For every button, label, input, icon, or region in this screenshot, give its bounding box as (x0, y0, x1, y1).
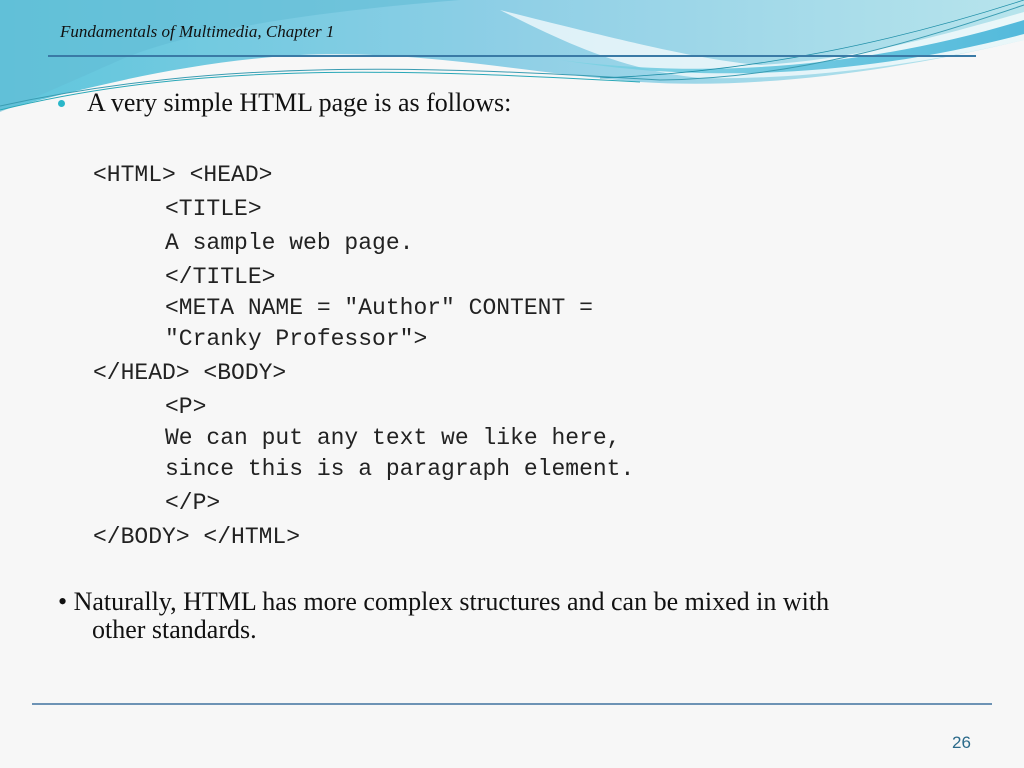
header-divider (48, 55, 976, 57)
code-line: </TITLE> (165, 264, 276, 290)
code-line: <TITLE> (165, 196, 262, 222)
bullet-icon (58, 99, 65, 107)
second-bullet: • Naturally, HTML has more complex struc… (58, 588, 978, 644)
second-bullet-line: • Naturally, HTML has more complex struc… (58, 587, 830, 616)
code-line: </BODY> </HTML> (93, 524, 301, 550)
code-line: </P> (165, 490, 221, 516)
footer-divider (32, 703, 992, 705)
code-line: <META NAME = "Author" CONTENT = (165, 295, 593, 321)
code-line: since this is a paragraph element. (165, 456, 635, 482)
second-bullet-line: other standards. (92, 615, 257, 644)
code-line: "Cranky Professor"> (165, 326, 428, 352)
html-code-block: <HTML> <HEAD> <TITLE> A sample web page.… (93, 158, 634, 554)
code-line: </HEAD> <BODY> (93, 360, 287, 386)
code-line: A sample web page. (165, 230, 414, 256)
chapter-title: Fundamentals of Multimedia, Chapter 1 (60, 22, 335, 41)
page-number: 26 (952, 733, 971, 752)
code-line: <P> (165, 394, 207, 420)
code-line: <HTML> <HEAD> (93, 162, 273, 188)
intro-bullet: A very simple HTML page is as follows: (58, 88, 511, 118)
intro-bullet-text: A very simple HTML page is as follows: (87, 88, 512, 117)
code-line: We can put any text we like here, (165, 425, 621, 451)
